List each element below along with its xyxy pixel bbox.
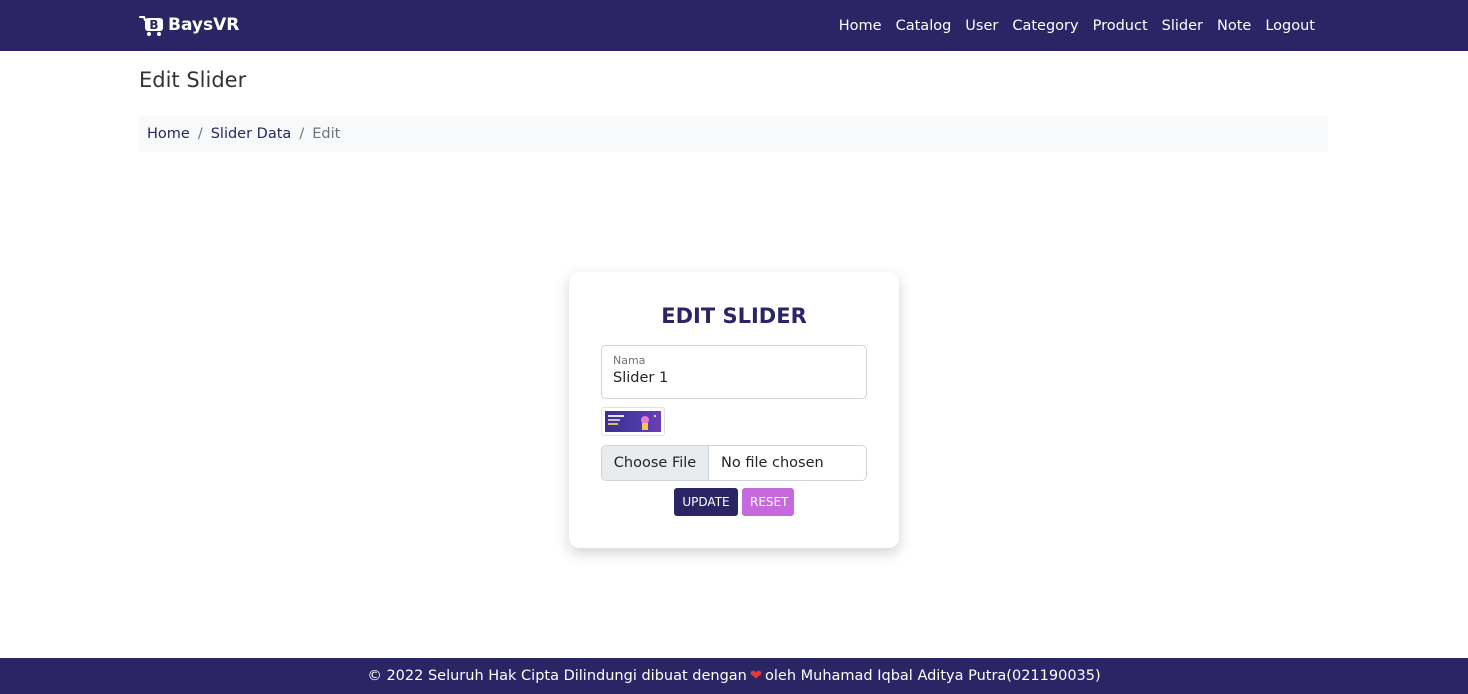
breadcrumb-slider-data[interactable]: Slider Data [211, 126, 292, 142]
nav-catalog[interactable]: Catalog [889, 18, 959, 34]
slider-preview-image [605, 411, 661, 432]
heart-icon: ❤ [749, 668, 763, 684]
breadcrumb-home[interactable]: Home [147, 126, 190, 142]
choose-file-button[interactable]: Choose File [602, 446, 709, 480]
footer-text-before: © 2022 Seluruh Hak Cipta Dilindungi dibu… [367, 668, 747, 684]
slider-image-thumbnail [601, 407, 665, 436]
nav-logout[interactable]: Logout [1258, 18, 1322, 34]
cart-logo-icon: B [139, 13, 167, 37]
update-button[interactable]: UPDATE [674, 488, 738, 516]
nav-home[interactable]: Home [832, 18, 889, 34]
nav-note[interactable]: Note [1210, 18, 1258, 34]
breadcrumb: Home / Slider Data / Edit [139, 116, 1328, 152]
page-title: Edit Slider [139, 68, 247, 92]
breadcrumb-current: Edit [312, 126, 341, 142]
nama-input[interactable]: Slider 1 [613, 370, 668, 386]
brand-name: BaysVR [168, 15, 240, 35]
file-status-text: No file chosen [721, 455, 824, 471]
page-footer: © 2022 Seluruh Hak Cipta Dilindungi dibu… [0, 658, 1468, 694]
reset-button[interactable]: RESET [742, 488, 794, 516]
nav-slider[interactable]: Slider [1155, 18, 1210, 34]
nav-category[interactable]: Category [1005, 18, 1085, 34]
edit-slider-card: EDIT SLIDER Nama Slider 1 Choose File No… [569, 272, 899, 548]
breadcrumb-separator: / [197, 126, 203, 142]
file-upload-input[interactable]: Choose File No file chosen [601, 445, 867, 481]
form-title: EDIT SLIDER [661, 304, 807, 328]
breadcrumb-separator: / [299, 126, 305, 142]
brand-link[interactable]: B BaysVR [139, 12, 239, 38]
nama-field[interactable]: Nama Slider 1 [601, 345, 867, 399]
nama-label: Nama [613, 354, 646, 367]
svg-text:B: B [149, 18, 158, 32]
top-navbar: B BaysVR Home Catalog User Category Prod… [0, 0, 1468, 51]
form-actions: UPDATE RESET [569, 488, 899, 516]
nav-menu: Home Catalog User Category Product Slide… [832, 0, 1322, 51]
footer-text-after: oleh Muhamad Iqbal Aditya Putra(02119003… [765, 668, 1101, 684]
nav-user[interactable]: User [958, 18, 1005, 34]
nav-product[interactable]: Product [1086, 18, 1155, 34]
